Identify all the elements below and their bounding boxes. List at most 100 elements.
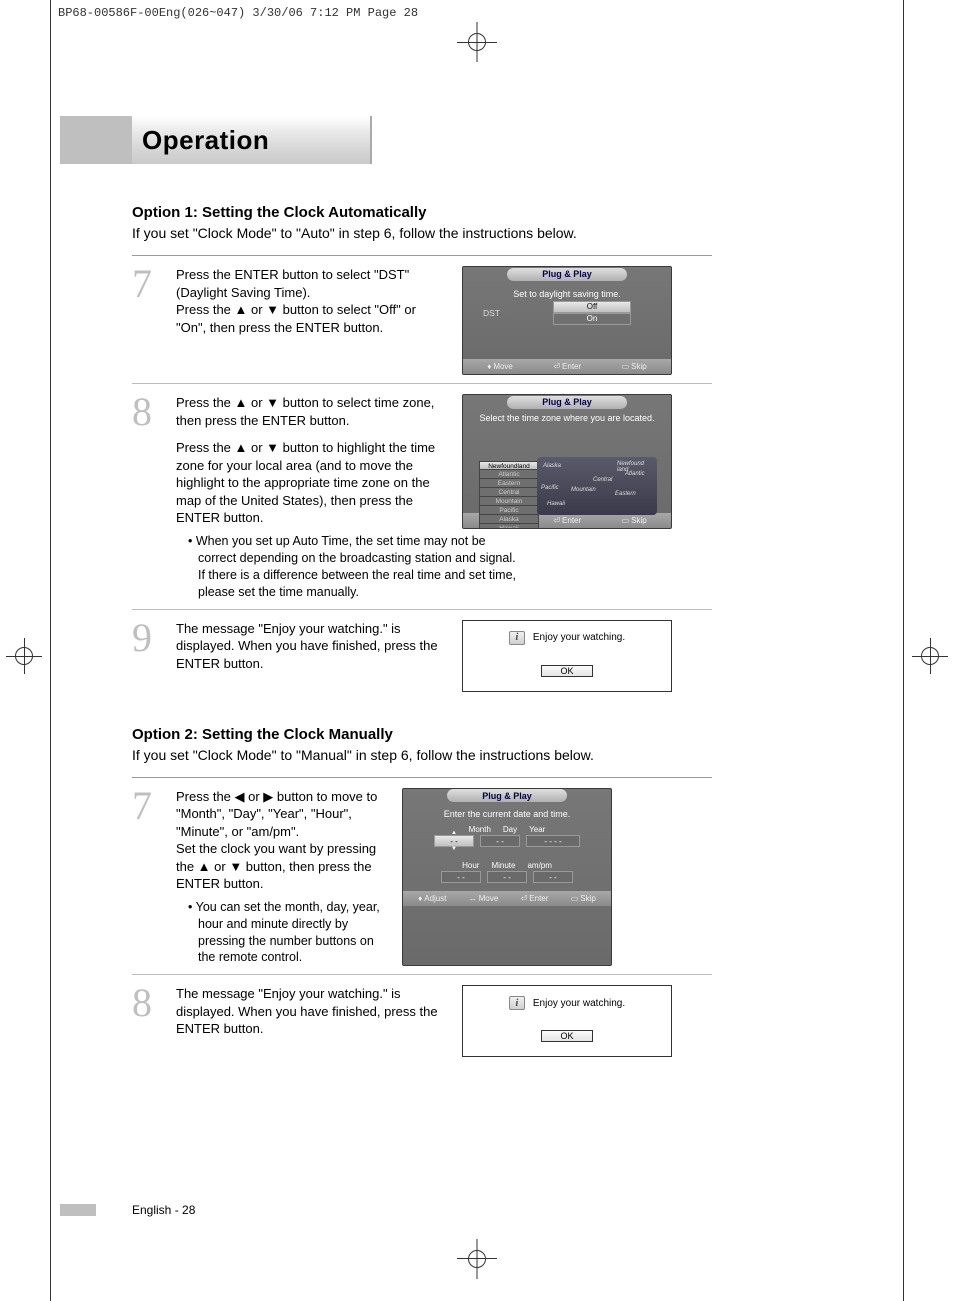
- trim-line-right: [903, 0, 904, 1301]
- ok-button: OK: [541, 1030, 592, 1042]
- step-bullet: • When you set up Auto Time, the set tim…: [188, 533, 516, 601]
- field-day: - -: [480, 835, 520, 847]
- updown-icon: ♦: [418, 894, 422, 903]
- page-footer: English - 28: [132, 1203, 195, 1217]
- skip-icon: ▭: [622, 516, 630, 525]
- step-number: 9: [132, 620, 160, 692]
- map-label: Alaska: [543, 463, 561, 469]
- step-line: Press the ▲ or ▼ button to select "Off" …: [176, 301, 446, 336]
- tz-item: Hawaii: [479, 524, 539, 529]
- divider: [132, 255, 712, 256]
- osd-footer: ♦Move ⏎Enter ▭Skip: [463, 359, 671, 374]
- option2-subtext: If you set "Clock Mode" to "Manual" in s…: [132, 747, 712, 763]
- field-label: Day: [503, 825, 517, 834]
- step-number: 7: [132, 788, 160, 967]
- field-hour: - -: [441, 871, 481, 883]
- step-number: 7: [132, 266, 160, 375]
- step-line: Press the ▲ or ▼ button to highlight the…: [176, 439, 446, 527]
- field-month: - -: [434, 835, 474, 847]
- skip-icon: ▭: [622, 362, 630, 371]
- step-line: Set the clock you want by pressing the ▲…: [176, 840, 386, 893]
- step-number: 8: [132, 985, 160, 1057]
- field-label: Year: [529, 825, 545, 834]
- field-minute: - -: [487, 871, 527, 883]
- timezone-map: Alaska Pacific Mountain Central Eastern …: [537, 457, 657, 515]
- field-ampm: - -: [533, 871, 573, 883]
- osd-enjoy-screen: i Enjoy your watching. OK: [462, 985, 672, 1057]
- osd-dst-screen: Plug & Play Set to daylight saving time.…: [462, 266, 672, 375]
- field-label: am/pm: [527, 861, 551, 870]
- enter-icon: ⏎: [521, 894, 528, 903]
- chapter-title-bar: Operation: [60, 116, 894, 164]
- page-number: English - 28: [132, 1203, 195, 1217]
- enjoy-message: Enjoy your watching.: [533, 998, 625, 1009]
- osd-enjoy-screen: i Enjoy your watching. OK: [462, 620, 672, 692]
- field-label: Minute: [491, 861, 515, 870]
- step-text: Press the ▲ or ▼ button to select time z…: [176, 394, 446, 529]
- step-bullet: • You can set the month, day, year, hour…: [188, 899, 386, 967]
- osd-title: Plug & Play: [447, 789, 567, 802]
- tz-item: Mountain: [479, 497, 539, 506]
- step-number: 8: [132, 394, 160, 529]
- leftright-icon: ↔: [469, 894, 477, 903]
- step-line: Press the ◀ or ▶ button to move to "Mont…: [176, 788, 386, 841]
- map-label: Pacific: [541, 485, 559, 491]
- osd-footer: ♦Adjust ↔Move ⏎Enter ▭Skip: [403, 891, 611, 906]
- tz-item: Eastern: [479, 479, 539, 488]
- osd-subtitle: Select the time zone where you are locat…: [463, 409, 671, 427]
- crop-mark: [468, 1250, 486, 1268]
- option1-heading: Option 1: Setting the Clock Automaticall…: [132, 204, 712, 221]
- title-accent-block: [60, 116, 132, 164]
- osd-option-off: Off: [553, 301, 631, 313]
- registration-mark: [912, 638, 948, 674]
- registration-mark: [6, 638, 42, 674]
- osd-timezone-screen: Plug & Play Select the time zone where y…: [462, 394, 672, 529]
- divider: [132, 609, 712, 610]
- tz-item: Alaska: [479, 515, 539, 524]
- divider: [132, 777, 712, 778]
- print-slug: BP68-00586F-00Eng(026~047) 3/30/06 7:12 …: [58, 6, 418, 20]
- map-label: Mountain: [571, 487, 596, 493]
- timezone-list: Newfoundland Atlantic Eastern Central Mo…: [479, 461, 539, 529]
- step-text: Press the ENTER button to select "DST"(D…: [176, 266, 446, 375]
- tz-item: Pacific: [479, 506, 539, 515]
- step-line: Press the ▲ or ▼ button to select time z…: [176, 394, 446, 429]
- trim-line-left: [50, 0, 51, 1301]
- divider: [132, 974, 712, 975]
- enjoy-message: Enjoy your watching.: [533, 632, 625, 643]
- osd-subtitle: Enter the current date and time.: [403, 803, 611, 821]
- chapter-title: Operation: [132, 116, 372, 164]
- enter-icon: ⏎: [553, 362, 560, 371]
- enter-icon: ⏎: [553, 516, 560, 525]
- map-label: Eastern: [615, 491, 636, 497]
- page: Operation Option 1: Setting the Clock Au…: [60, 66, 894, 1235]
- field-label: Hour: [462, 861, 479, 870]
- ok-button: OK: [541, 665, 592, 677]
- skip-icon: ▭: [571, 894, 579, 903]
- field-year: - - - -: [526, 835, 580, 847]
- option2-heading: Option 2: Setting the Clock Manually: [132, 726, 712, 743]
- option1-subtext: If you set "Clock Mode" to "Auto" in ste…: [132, 225, 712, 241]
- map-label: Newfound land: [617, 461, 657, 473]
- step-text: Press the ◀ or ▶ button to move to "Mont…: [176, 788, 386, 967]
- osd-datetime-screen: Plug & Play Enter the current date and t…: [402, 788, 612, 967]
- info-icon: i: [509, 996, 525, 1010]
- osd-field-label: DST: [483, 308, 523, 318]
- map-label: Hawaii: [547, 501, 565, 507]
- footer-accent: [60, 1204, 96, 1216]
- step-text: The message "Enjoy your watching." is di…: [176, 620, 446, 692]
- osd-title: Plug & Play: [507, 268, 627, 281]
- tz-item: Central: [479, 488, 539, 497]
- osd-option-on: On: [553, 313, 631, 325]
- tz-item: Newfoundland: [479, 461, 539, 470]
- divider: [132, 383, 712, 384]
- info-icon: i: [509, 631, 525, 645]
- step-text: The message "Enjoy your watching." is di…: [176, 985, 446, 1057]
- updown-icon: ♦: [487, 362, 491, 371]
- field-label: Month: [469, 825, 491, 834]
- crop-mark: [468, 33, 486, 51]
- tz-item: Atlantic: [479, 470, 539, 479]
- step-line: Press the ENTER button to select "DST"(D…: [176, 266, 446, 301]
- osd-title: Plug & Play: [507, 396, 627, 409]
- map-label: Central: [593, 477, 612, 483]
